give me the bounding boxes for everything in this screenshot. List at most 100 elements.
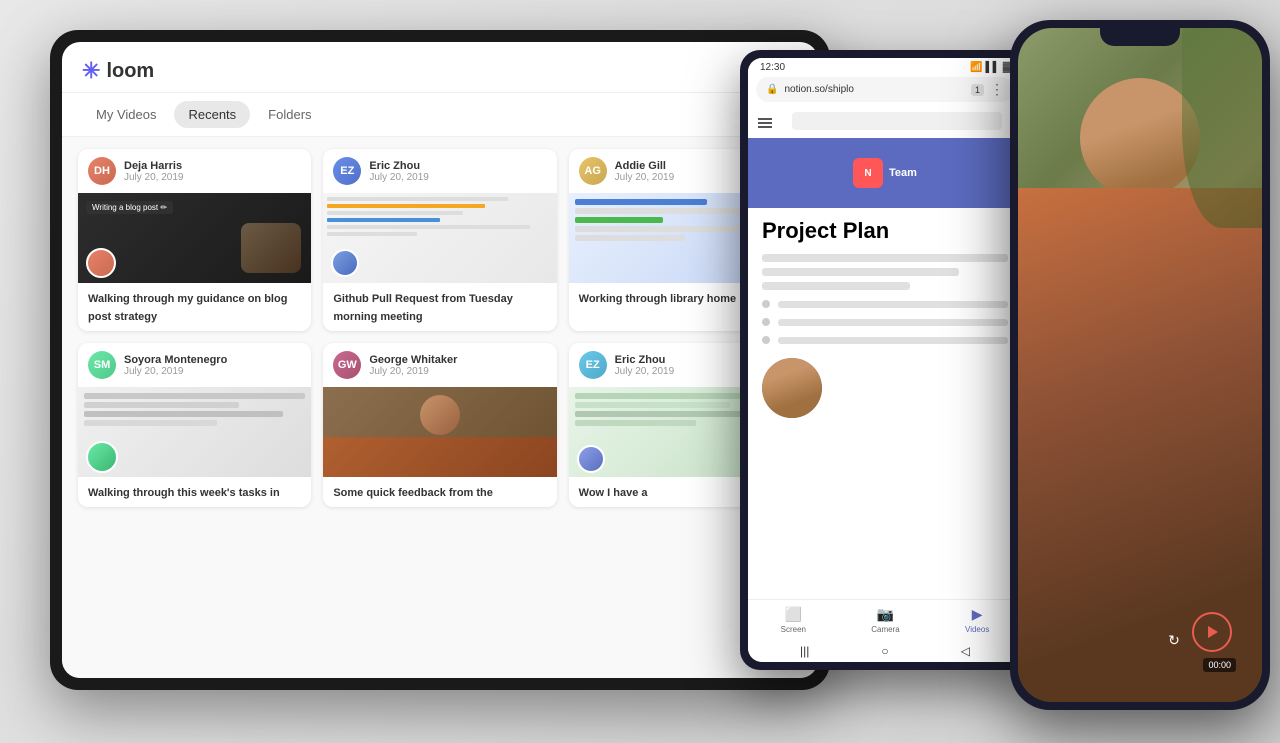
card-3-date: July 20, 2019	[615, 172, 675, 183]
card-4-date: July 20, 2019	[124, 366, 227, 377]
card-3-title: Working through library home	[579, 293, 736, 305]
browser-url: notion.so/shiplo	[784, 84, 965, 95]
home-gesture: ○	[881, 644, 888, 658]
app-name: loom	[106, 60, 154, 83]
tablet-header: ✳ loom ⚙	[62, 42, 818, 93]
video-card-2[interactable]: EZ Eric Zhou July 20, 2019	[323, 149, 556, 331]
videos-icon: ▶	[972, 606, 983, 623]
card-1-title: Walking through my guidance on blog post…	[88, 293, 287, 323]
bullet-line-2	[778, 319, 1008, 326]
notion-banner: N Team	[748, 138, 1022, 208]
bullet-line-3	[778, 337, 1008, 344]
card-4-thumbnail	[78, 387, 311, 477]
card-5-date: July 20, 2019	[369, 366, 457, 377]
nav-screen-label: Screen	[781, 625, 806, 634]
avatar-george: GW	[333, 351, 361, 379]
android-nav-screen[interactable]: ⬜ Screen	[781, 606, 806, 634]
camera-icon: 📷	[877, 606, 894, 623]
android-phone-device: 12:30 📶 ▌▌ ▓ 🔒 notion.so/shiplo 1 ⋮	[740, 50, 1030, 670]
card-1-face	[86, 248, 116, 278]
video-card-1[interactable]: DH Deja Harris July 20, 2019 Writing a b…	[78, 149, 311, 331]
play-button[interactable]	[1192, 612, 1232, 652]
video-card-4[interactable]: SM Soyora Montenegro July 20, 2019	[78, 343, 311, 507]
notion-search-bar[interactable]	[792, 112, 1002, 130]
lock-icon: 🔒	[766, 84, 778, 95]
screen-icon: ⬜	[785, 606, 802, 623]
card-1-author: Deja Harris	[124, 160, 184, 172]
avatar-soyora: SM	[88, 351, 116, 379]
recents-gesture: ◁	[961, 644, 970, 658]
battery-icon: ▓	[1003, 62, 1010, 73]
more-options-icon[interactable]: ⋮	[990, 81, 1004, 98]
bullet-dot-3	[762, 336, 770, 344]
video-grid-container: DH Deja Harris July 20, 2019 Writing a b…	[62, 137, 818, 678]
card-1-header: DH Deja Harris July 20, 2019	[78, 149, 311, 193]
card-5-author: George Whitaker	[369, 354, 457, 366]
hamburger-icon[interactable]	[758, 118, 772, 128]
video-timer: 00:00	[1203, 658, 1236, 672]
refresh-icon: ↻	[1168, 632, 1180, 649]
iphone-screen: ↻ 00:00	[1018, 28, 1262, 702]
android-browser-bar[interactable]: 🔒 notion.so/shiplo 1 ⋮	[756, 77, 1014, 102]
card-2-header: EZ Eric Zhou July 20, 2019	[323, 149, 556, 193]
play-triangle-icon	[1208, 626, 1218, 638]
android-nav-videos[interactable]: ▶ Videos	[965, 606, 989, 634]
tab-folders[interactable]: Folders	[254, 101, 325, 128]
android-nav-camera[interactable]: 📷 Camera	[871, 606, 899, 634]
content-line-3	[762, 282, 910, 290]
bullet-1	[762, 300, 1008, 308]
card-5-title: Some quick feedback from the	[333, 487, 493, 499]
card-4-title: Walking through this week's tasks in	[88, 487, 280, 499]
signal-icon: ▌▌	[986, 62, 1000, 73]
notion-bullet-list	[748, 294, 1022, 350]
card-5-meta: George Whitaker July 20, 2019	[369, 354, 457, 377]
card-3-meta: Addie Gill July 20, 2019	[615, 160, 675, 183]
card-3-author: Addie Gill	[615, 160, 675, 172]
card-1-meta: Deja Harris July 20, 2019	[124, 160, 184, 183]
card-4-author: Soyora Montenegro	[124, 354, 227, 366]
bullet-line-1	[778, 301, 1008, 308]
card-2-title: Github Pull Request from Tuesday morning…	[333, 293, 512, 323]
card-1-date: July 20, 2019	[124, 172, 184, 183]
avatar-deja: DH	[88, 157, 116, 185]
android-time: 12:30	[760, 62, 785, 73]
card-5-footer: Some quick feedback from the	[323, 477, 556, 507]
tab-count-badge: 1	[971, 84, 984, 96]
avatar-eric: EZ	[333, 157, 361, 185]
content-line-1	[762, 254, 1008, 262]
card-5-thumbnail	[323, 387, 556, 477]
loom-logo: ✳ loom	[82, 58, 154, 84]
tab-my-videos[interactable]: My Videos	[82, 101, 170, 128]
tablet-device: ✳ loom ⚙ My Videos Recents Folders	[50, 30, 830, 690]
android-gesture-bar: ||| ○ ◁	[748, 640, 1022, 662]
card-1-thumbnail: Writing a blog post ✏	[78, 193, 311, 283]
bullet-2	[762, 318, 1008, 326]
card-2-meta: Eric Zhou July 20, 2019	[369, 160, 429, 183]
nav-camera-label: Camera	[871, 625, 899, 634]
card-6-date: July 20, 2019	[615, 366, 675, 377]
iphone-device: ↻ 00:00	[1010, 20, 1270, 710]
content-line-2	[762, 268, 959, 276]
video-card-5[interactable]: GW George Whitaker July 20, 2019	[323, 343, 556, 507]
card-1-footer: Walking through my guidance on blog post…	[78, 283, 311, 331]
avatar-addie: AG	[579, 157, 607, 185]
bullet-dot-1	[762, 300, 770, 308]
nav-videos-label: Videos	[965, 625, 989, 634]
iphone-notch	[1100, 28, 1180, 46]
notion-content-lines	[748, 250, 1022, 294]
tab-recents[interactable]: Recents	[174, 101, 250, 128]
refresh-button[interactable]: ↻	[1162, 628, 1186, 652]
project-plan-title: Project Plan	[748, 208, 1022, 250]
card-2-author: Eric Zhou	[369, 160, 429, 172]
wifi-icon: 📶	[970, 62, 982, 73]
tab-bar: My Videos Recents Folders	[62, 93, 818, 137]
card-4-meta: Soyora Montenegro July 20, 2019	[124, 354, 227, 377]
writing-badge: Writing a blog post ✏	[86, 201, 173, 214]
android-status-bar: 12:30 📶 ▌▌ ▓	[748, 58, 1022, 77]
android-nav-bar	[748, 108, 1022, 138]
loom-asterisk-icon: ✳	[82, 58, 100, 84]
card-2-thumbnail	[323, 193, 556, 283]
status-icons: 📶 ▌▌ ▓	[970, 62, 1010, 73]
android-user-avatar	[762, 358, 822, 418]
iphone-video-content: ↻ 00:00	[1018, 28, 1262, 702]
